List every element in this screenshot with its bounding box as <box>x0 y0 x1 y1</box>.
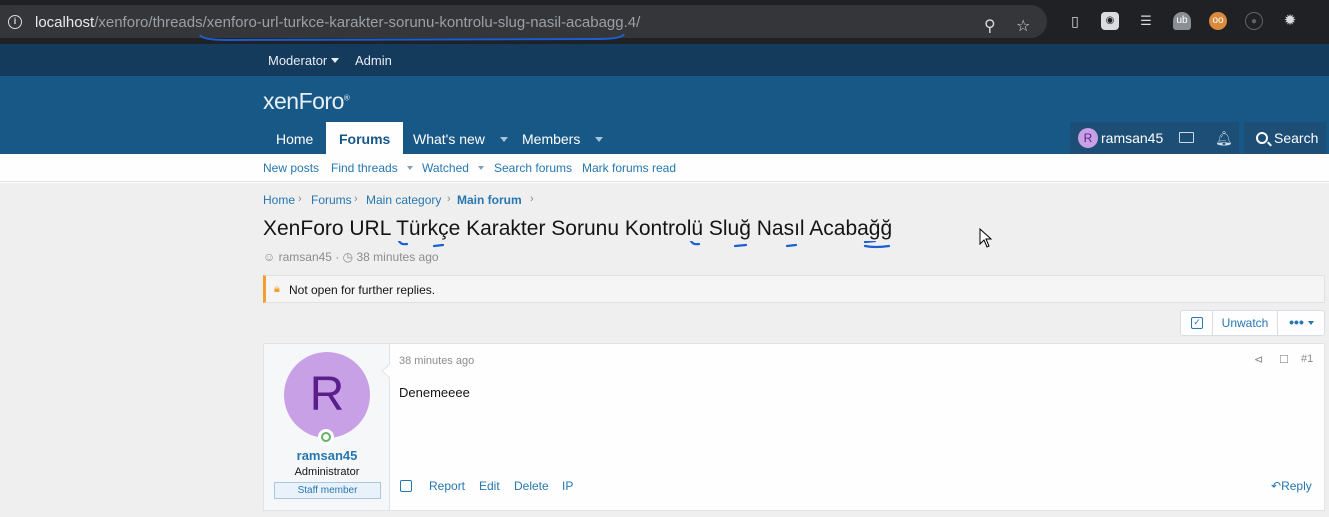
camera-extension-icon[interactable]: ◉ <box>1101 12 1119 30</box>
chevron-right-icon: › <box>354 193 358 205</box>
subnav-new-posts[interactable]: New posts <box>263 161 319 175</box>
user-title: Administrator <box>294 466 360 478</box>
sub-navigation: New posts Find threads Watched Search fo… <box>0 154 1329 182</box>
subnav-search-forums[interactable]: Search forums <box>494 161 572 175</box>
admin-link[interactable]: Admin <box>355 53 392 68</box>
post-body: Denemeeee <box>399 385 470 400</box>
post-username[interactable]: ramsan45 <box>264 448 390 463</box>
clock-icon: ◷ <box>342 250 354 264</box>
owl-extension-icon[interactable]: oo <box>1209 12 1227 30</box>
page-title: XenForo URL Türkçe Karakter Sorunu Kontr… <box>263 217 893 240</box>
browser-toolbar: i localhost/xenforo/threads/xenforo-url-… <box>0 0 1329 44</box>
react-extension-icon[interactable]: ✹ <box>1281 12 1299 30</box>
url-text[interactable]: localhost/xenforo/threads/xenforo-url-tu… <box>35 14 640 31</box>
avatar[interactable]: R <box>1078 128 1098 148</box>
breadcrumb-main-category[interactable]: Main category <box>366 193 441 207</box>
chevron-right-icon: › <box>447 193 451 205</box>
chevron-down-icon <box>1307 321 1314 325</box>
search-button[interactable]: Search <box>1244 122 1326 154</box>
subnav-find-threads[interactable]: Find threads <box>331 161 413 175</box>
thread-author[interactable]: ramsan45 <box>279 250 332 264</box>
reply-button[interactable]: ↶Reply <box>1271 479 1312 493</box>
user-icon: ☺ <box>263 250 276 264</box>
share-icon[interactable]: ⊲ <box>1254 353 1263 366</box>
thread-time[interactable]: 38 minutes ago <box>357 250 439 264</box>
thread-actions: ✓ Unwatch ••• <box>1180 310 1325 336</box>
bookmark-star-icon[interactable]: ☆ <box>1016 16 1030 36</box>
edit-link[interactable]: Edit <box>479 479 500 493</box>
account-username[interactable]: ramsan45 <box>1101 130 1163 146</box>
breadcrumb-forums[interactable]: Forums <box>311 193 352 207</box>
select-post-checkbox[interactable] <box>400 480 412 492</box>
tab-forums[interactable]: Forums <box>326 122 404 154</box>
breadcrumb-home[interactable]: Home <box>263 193 295 207</box>
staff-banner: Staff member <box>274 482 381 499</box>
post-number[interactable]: #1 <box>1301 353 1313 365</box>
post-date[interactable]: 38 minutes ago <box>399 355 474 367</box>
search-icon <box>1256 132 1272 147</box>
select-thread-button[interactable]: ✓ <box>1181 311 1213 335</box>
chevron-right-icon: › <box>298 193 302 205</box>
lock-icon: 🔒︎ <box>274 283 280 295</box>
staff-bar: Moderator Admin <box>0 44 1329 76</box>
more-options-button[interactable]: ••• <box>1278 311 1325 335</box>
page-body: Home › Forums › Main category › Main for… <box>0 183 1329 517</box>
profile-extension-icon[interactable]: ● <box>1245 12 1263 30</box>
avatar[interactable]: R <box>284 352 370 438</box>
report-link[interactable]: Report <box>429 479 465 493</box>
address-bar[interactable]: i localhost/xenforo/threads/xenforo-url-… <box>0 5 1047 42</box>
notice-text: Not open for further replies. <box>289 283 436 297</box>
list-extension-icon[interactable]: ☰ <box>1137 12 1155 30</box>
chevron-down-icon <box>477 166 484 170</box>
delete-link[interactable]: Delete <box>514 479 549 493</box>
moderator-menu[interactable]: Moderator <box>268 53 340 68</box>
site-header: xenForo® Home Forums What's new Members … <box>0 76 1329 154</box>
site-logo[interactable]: xenForo® <box>263 88 350 115</box>
tab-members[interactable]: Members <box>509 122 616 154</box>
tab-whats-new[interactable]: What's new <box>400 122 521 154</box>
zoom-icon[interactable]: ⚲ <box>984 16 996 36</box>
checkbox-icon: ✓ <box>1191 317 1203 329</box>
unwatch-button[interactable]: Unwatch <box>1213 311 1278 335</box>
ublock-extension-icon[interactable]: ub <box>1173 12 1191 30</box>
online-status-icon <box>318 429 334 445</box>
bookmark-icon[interactable]: ☐ <box>1279 353 1289 366</box>
trash-extension-icon[interactable]: ▯ <box>1066 12 1084 30</box>
chevron-down-icon <box>331 58 340 63</box>
site-info-icon[interactable]: i <box>8 15 22 29</box>
post-message: R ramsan45 Administrator Staff member 38… <box>263 343 1325 511</box>
bell-icon[interactable]: 🔔︎ <box>1215 130 1233 147</box>
chevron-down-icon <box>406 166 413 170</box>
ip-link[interactable]: IP <box>562 479 573 493</box>
reply-icon: ↶ <box>1271 479 1282 493</box>
tab-home[interactable]: Home <box>263 122 326 154</box>
chevron-down-icon[interactable] <box>595 137 604 142</box>
chevron-down-icon[interactable] <box>499 137 508 142</box>
breadcrumb-main-forum[interactable]: Main forum <box>457 193 522 207</box>
subnav-mark-read[interactable]: Mark forums read <box>582 161 676 175</box>
mail-icon[interactable] <box>1179 132 1194 143</box>
chevron-right-icon: › <box>530 193 534 205</box>
mouse-cursor-icon <box>979 228 993 248</box>
thread-locked-notice: 🔒︎ Not open for further replies. <box>263 275 1325 303</box>
subnav-watched[interactable]: Watched <box>422 161 484 175</box>
account-group: R ramsan45 🔔︎ <box>1070 122 1239 154</box>
post-user-cell: R ramsan45 Administrator Staff member <box>264 344 390 510</box>
message-arrow <box>381 364 390 378</box>
thread-meta: ☺ ramsan45 · ◷ 38 minutes ago <box>263 250 439 264</box>
